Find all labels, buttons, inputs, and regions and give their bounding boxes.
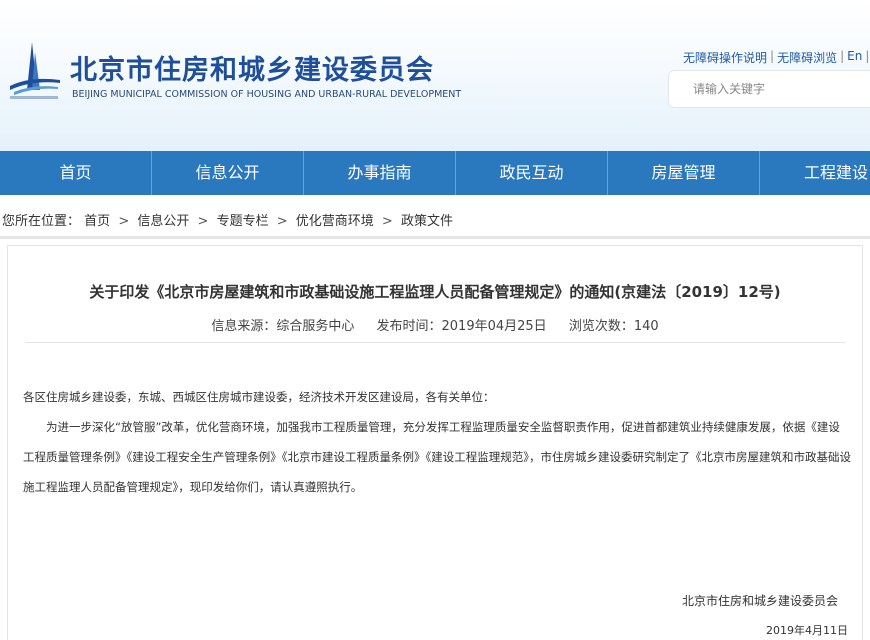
breadcrumb-separator: > [197,214,209,229]
article-views: 浏览次数：140 [568,319,659,334]
accessibility-guide-link[interactable]: 无障碍操作说明 [683,49,767,66]
breadcrumb-item[interactable]: 信息公开 [137,214,189,229]
nav-home[interactable]: 首页 [0,151,152,195]
breadcrumb-separator: > [118,214,130,229]
article-paragraph: 为进一步深化“放管服”改革，优化营商环境，加强我市工程质量管理，充分发挥工程监理… [23,420,851,494]
separator: | [865,49,870,63]
english-link[interactable]: En [847,49,862,66]
top-links: 无障碍操作说明 | 无障碍浏览 | En | 住 [683,49,870,66]
breadcrumb-separator: > [381,214,393,229]
nav-interaction[interactable]: 政民互动 [456,151,608,195]
article-body: 各区住房城乡建设委，东城、西城区住房城市建设委，经济技术开发区建设局，各有关单位… [23,382,851,502]
divider [0,236,870,239]
article-publish-time: 发布时间：2019年04月25日 [376,319,547,334]
breadcrumb-item[interactable]: 优化营商环境 [296,214,374,229]
nav-info-disclosure[interactable]: 信息公开 [152,151,304,195]
separator: | [840,49,845,63]
accessibility-browse-link[interactable]: 无障碍浏览 [777,49,837,66]
separator: | [770,49,775,63]
site-subtitle: BEIJING MUNICIPAL COMMISSION OF HOUSING … [72,89,462,100]
nav-engineering[interactable]: 工程建设 [760,151,870,195]
article-meta: 信息来源：综合服务中心 发布时间：2019年04月25日 浏览次数：140 [8,315,862,334]
breadcrumb-prefix: 您所在位置： [2,214,81,229]
breadcrumb-separator: > [276,214,288,229]
divider [25,342,845,343]
article-container: 关于印发《北京市房屋建筑和市政基础设施工程监理人员配备管理规定》的通知(京建法〔… [7,245,863,640]
site-header: 北京市住房和城乡建设委员会 BEIJING MUNICIPAL COMMISSI… [0,0,870,151]
article-title: 关于印发《北京市房屋建筑和市政基础设施工程监理人员配备管理规定》的通知(京建法〔… [89,283,781,301]
breadcrumb-item[interactable]: 政策文件 [401,214,453,229]
breadcrumb-item[interactable]: 首页 [84,214,110,229]
breadcrumb: 您所在位置： 首页 > 信息公开 > 专题专栏 > 优化营商环境 > 政策文件 [2,210,453,229]
main-nav: 首页 信息公开 办事指南 政民互动 房屋管理 工程建设 [0,151,870,195]
article-source: 信息来源：综合服务中心 [211,319,355,334]
search-input[interactable] [668,70,870,108]
article-salutation: 各区住房城乡建设委，东城、西城区住房城市建设委，经济技术开发区建设局，各有关单位… [23,390,495,404]
nav-service-guide[interactable]: 办事指南 [304,151,456,195]
article-signature: 北京市住房和城乡建设委员会 [682,594,839,608]
site-title: 北京市住房和城乡建设委员会 [70,55,434,86]
article-date: 2019年4月11日 [766,624,848,637]
site-logo-icon[interactable] [4,40,64,102]
breadcrumb-item[interactable]: 专题专栏 [217,214,269,229]
nav-housing-management[interactable]: 房屋管理 [608,151,760,195]
